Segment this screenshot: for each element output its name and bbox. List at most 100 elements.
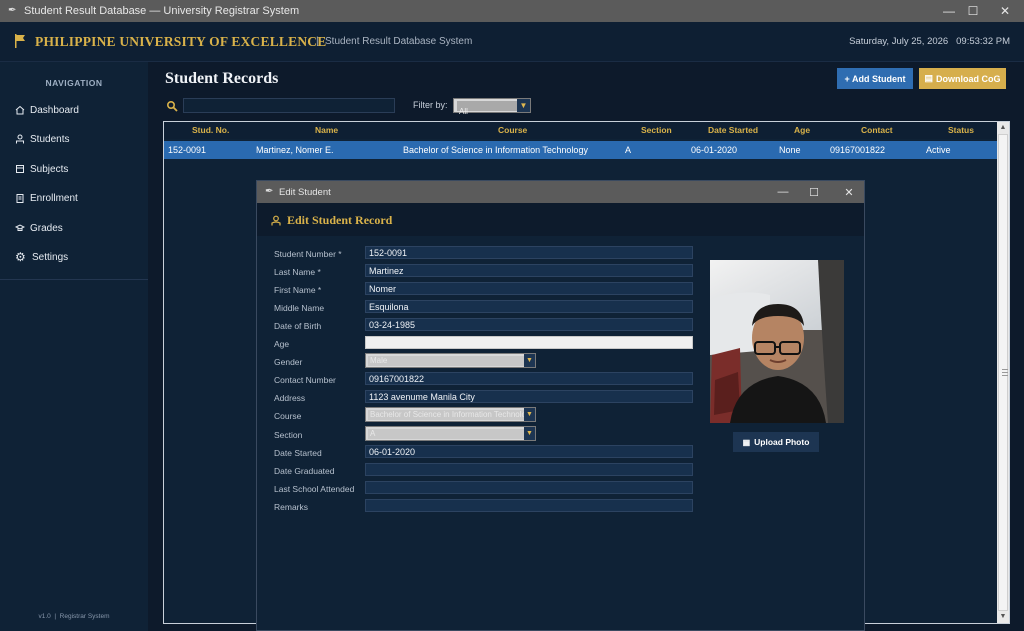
dialog-maximize-button[interactable]: ☐	[797, 181, 831, 203]
label-address: Address	[274, 393, 306, 403]
label-section: Section	[274, 430, 303, 440]
sidebar: NAVIGATION Dashboard Students Subjects E…	[0, 62, 148, 631]
section-value: A	[368, 429, 524, 439]
cell-section: A	[625, 145, 632, 155]
column-header[interactable]: Age	[794, 125, 810, 135]
edit-student-dialog: ✒ Edit Student — ☐ ✕ Edit Student Record…	[256, 180, 865, 631]
contact-number-field[interactable]: 09167001822	[365, 372, 693, 385]
table-header: Stud. No. Name Course Section Date Start…	[164, 122, 997, 139]
feather-icon: ✒	[8, 5, 17, 16]
window-titlebar: ✒ Student Result Database — University R…	[0, 0, 1024, 22]
date-started-field[interactable]: 06-01-2020	[365, 445, 693, 458]
table-scrollbar[interactable]: ▲ ▼	[997, 122, 1009, 623]
column-header[interactable]: Date Started	[708, 125, 758, 135]
sidebar-item-label: Subjects	[30, 163, 69, 175]
page-title: Student Records	[165, 70, 279, 87]
label-course: Course	[274, 411, 302, 421]
cell-date-started: 06-01-2020	[691, 145, 738, 155]
sidebar-item-settings[interactable]: ⚙ Settings	[15, 247, 68, 267]
sidebar-item-students[interactable]: Students	[15, 129, 69, 149]
close-button[interactable]: ✕	[982, 0, 1024, 22]
cell-name: Martinez, Nomer E.	[256, 145, 334, 155]
sidebar-divider	[0, 279, 148, 280]
label-date-graduated: Date Graduated	[274, 466, 335, 476]
column-header[interactable]: Status	[948, 125, 974, 135]
label-age: Age	[274, 339, 290, 349]
gear-icon: ⚙	[15, 250, 26, 264]
student-number-field[interactable]: 152-0091	[365, 246, 693, 259]
book-icon	[16, 165, 24, 173]
cell-contact: 09167001822	[830, 145, 886, 155]
column-header[interactable]: Section	[641, 125, 672, 135]
label-middle-name: Middle Name	[274, 303, 325, 313]
university-name: PHILIPPINE UNIVERSITY OF EXCELLENCE	[35, 34, 327, 49]
home-icon	[15, 105, 25, 115]
label-gender: Gender	[274, 357, 303, 367]
address-field[interactable]: 1123 avenume Manila City	[365, 390, 693, 403]
section-select[interactable]: A ▼	[365, 426, 536, 441]
dialog-window-title: Edit Student	[279, 187, 331, 198]
label-student-number: Student Number *	[274, 249, 342, 259]
sidebar-item-label: Students	[30, 133, 70, 145]
column-header[interactable]: Name	[315, 125, 338, 135]
nav-title: NAVIGATION	[45, 78, 103, 88]
cell-stud-no: 152-0091	[168, 145, 207, 155]
student-photo	[710, 260, 844, 423]
date-of-birth-field[interactable]: 03-24-1985	[365, 318, 693, 331]
scroll-down-arrow-icon[interactable]: ▼	[997, 611, 1009, 623]
sidebar-item-label: Enrollment	[30, 192, 78, 204]
clipboard-icon	[16, 194, 24, 203]
sidebar-item-label: Grades	[30, 222, 63, 234]
sidebar-item-grades[interactable]: Grades	[15, 218, 63, 238]
download-cog-label: Download CoG	[936, 73, 1001, 84]
sidebar-item-subjects[interactable]: Subjects	[15, 159, 68, 179]
date-graduated-field[interactable]	[365, 463, 693, 476]
system-subtitle: Student Result Database System	[325, 36, 473, 47]
cell-course: Bachelor of Science in Information Techn…	[403, 145, 588, 155]
dialog-heading: Edit Student Record	[287, 213, 393, 227]
date-time-display: Saturday, July 25, 2026 09:53:32 PM	[849, 36, 1010, 47]
remarks-field[interactable]	[365, 499, 693, 512]
last-name-field[interactable]: Martinez	[365, 264, 693, 277]
last-school-field[interactable]	[365, 481, 693, 494]
version-footer: v1.0 | Registrar System	[38, 613, 110, 620]
first-name-field[interactable]: Nomer	[365, 282, 693, 295]
sidebar-item-dashboard[interactable]: Dashboard	[15, 100, 79, 120]
image-icon: ▦	[742, 437, 751, 447]
chevron-down-icon[interactable]: ▼	[517, 99, 530, 112]
table-row[interactable]: 152-0091 Martinez, Nomer E. Bachelor of …	[164, 141, 997, 159]
filter-select[interactable]: All ▼	[453, 98, 531, 116]
column-header[interactable]: Stud. No.	[192, 125, 229, 135]
label-remarks: Remarks	[274, 502, 309, 512]
column-header[interactable]: Course	[498, 125, 527, 135]
age-field[interactable]	[365, 336, 693, 349]
chevron-down-icon[interactable]: ▼	[524, 408, 535, 421]
label-last-name: Last Name *	[274, 267, 321, 277]
label-date-of-birth: Date of Birth	[274, 321, 322, 331]
middle-name-field[interactable]: Esquilona	[365, 300, 693, 313]
cell-age: None	[779, 145, 801, 155]
scrollbar-thumb[interactable]	[998, 134, 1008, 611]
dialog-titlebar: ✒ Edit Student — ☐ ✕	[257, 181, 864, 203]
dialog-minimize-button[interactable]: —	[766, 181, 800, 203]
dialog-header: Edit Student Record	[257, 203, 864, 236]
download-cog-button[interactable]: ▤ Download CoG	[919, 68, 1006, 89]
feather-icon: ✒	[265, 186, 274, 197]
sidebar-item-enrollment[interactable]: Enrollment	[15, 188, 78, 208]
flag-icon	[15, 34, 25, 48]
gender-select[interactable]: Male ▼	[365, 353, 536, 368]
label-first-name: First Name *	[274, 285, 322, 295]
column-header[interactable]: Contact	[861, 125, 893, 135]
sidebar-item-label: Dashboard	[30, 104, 79, 116]
dialog-close-button[interactable]: ✕	[832, 181, 866, 203]
upload-photo-button[interactable]: ▦ Upload Photo	[733, 432, 819, 452]
scroll-up-arrow-icon[interactable]: ▲	[997, 122, 1009, 134]
search-input[interactable]	[183, 98, 395, 113]
add-student-button[interactable]: + Add Student	[837, 68, 913, 89]
chevron-down-icon[interactable]: ▼	[524, 427, 535, 440]
gender-value: Male	[368, 356, 524, 366]
app-header: PHILIPPINE UNIVERSITY OF EXCELLENCE | St…	[0, 22, 1024, 62]
chevron-down-icon[interactable]: ▼	[524, 354, 535, 367]
label-date-started: Date Started	[274, 448, 322, 458]
course-select[interactable]: Bachelor of Science in Information Techn…	[365, 407, 536, 422]
